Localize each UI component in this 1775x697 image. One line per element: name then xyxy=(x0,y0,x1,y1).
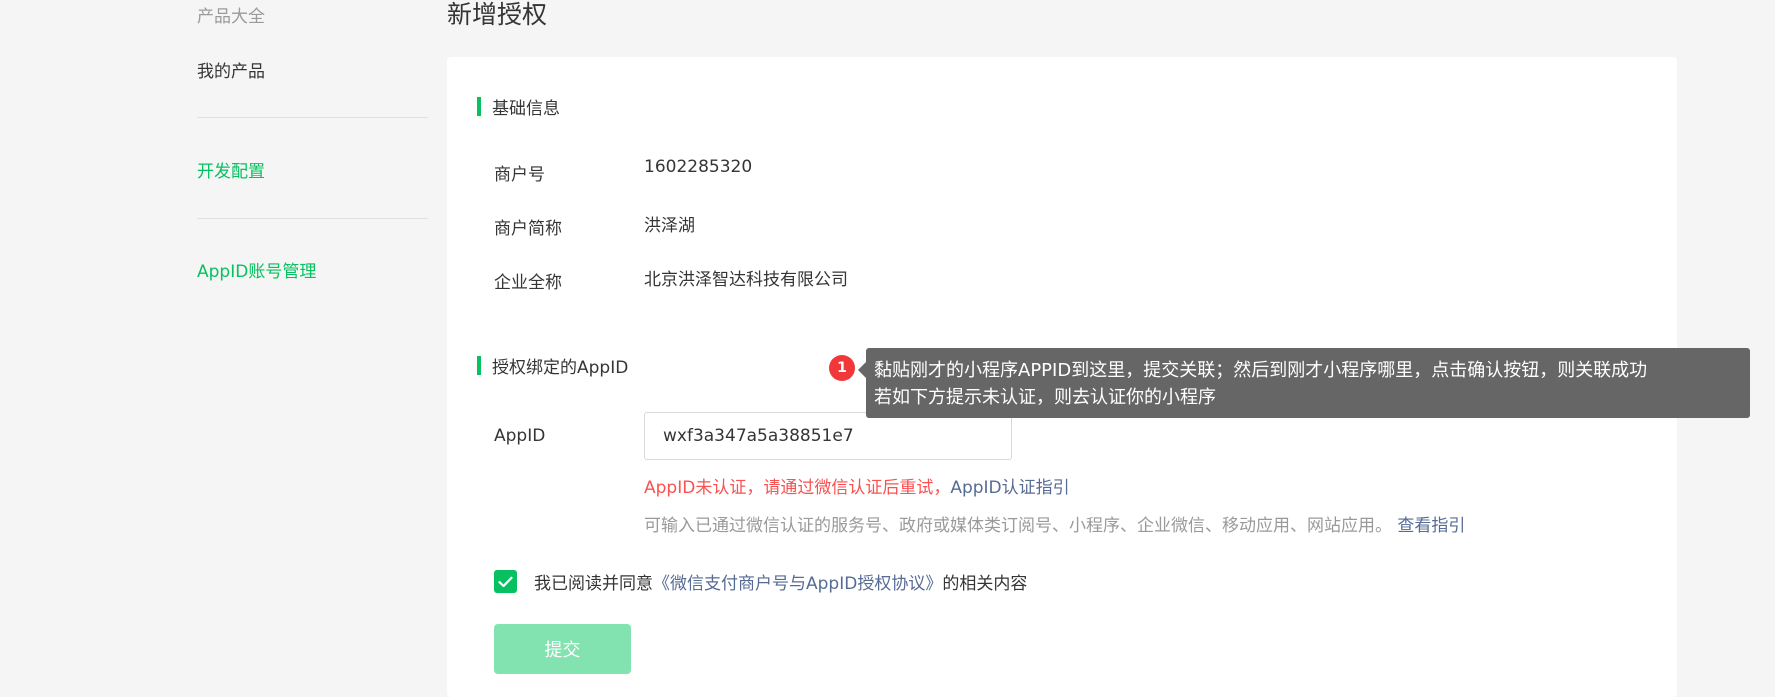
merchant-short-name-value: 洪泽湖 xyxy=(644,216,695,236)
company-full-name-value: 北京洪泽智达科技有限公司 xyxy=(644,270,848,290)
sidebar-item-product-catalog[interactable]: 产品大全 xyxy=(197,2,265,27)
annotation-badge: 1 xyxy=(829,355,855,381)
checkmark-icon xyxy=(498,576,513,587)
agreement-prefix: 我已阅读并同意 xyxy=(534,574,653,594)
agreement-suffix: 的相关内容 xyxy=(942,574,1028,594)
merchant-id-label: 商户号 xyxy=(494,165,545,185)
hint-text: 可输入已通过微信认证的服务号、政府或媒体类订阅号、小程序、企业微信、移动应用、网… xyxy=(644,516,1392,536)
agreement-checkbox[interactable] xyxy=(494,570,517,593)
merchant-short-name-label: 商户简称 xyxy=(494,219,562,239)
agreement-row: 我已阅读并同意 《微信支付商户号与AppID授权协议》 的相关内容 xyxy=(494,569,1027,594)
section-title-text: 授权绑定的AppID xyxy=(492,358,629,378)
sidebar: 产品大全 我的产品 开发配置 AppID账号管理 xyxy=(0,0,440,680)
company-full-name-label: 企业全称 xyxy=(494,273,562,293)
section-accent-bar xyxy=(477,97,481,116)
sidebar-item-appid-management[interactable]: AppID账号管理 xyxy=(197,257,316,282)
error-text: AppID未认证，请通过微信认证后重试， xyxy=(644,478,951,498)
page-title: 新增授权 xyxy=(447,0,548,29)
appid-error-message: AppID未认证，请通过微信认证后重试，AppID认证指引 xyxy=(644,473,1070,498)
sidebar-item-my-products[interactable]: 我的产品 xyxy=(197,57,265,82)
sidebar-divider xyxy=(197,117,428,118)
sidebar-divider xyxy=(197,218,428,219)
appid-label: AppID xyxy=(494,426,546,446)
section-accent-bar xyxy=(477,356,481,375)
annotation-tooltip: 黏贴刚才的小程序APPID到这里，提交关联；然后到刚才小程序哪里，点击确认按钮，… xyxy=(858,348,1750,418)
agreement-link[interactable]: 《微信支付商户号与AppID授权协议》 xyxy=(653,569,942,594)
annotation-line-1: 黏贴刚才的小程序APPID到这里，提交关联；然后到刚才小程序哪里，点击确认按钮，… xyxy=(874,360,1648,381)
appid-certification-guide-link[interactable]: AppID认证指引 xyxy=(950,478,1069,498)
annotation-line-2: 若如下方提示未认证，则去认证你的小程序 xyxy=(874,387,1216,408)
appid-hint: 可输入已通过微信认证的服务号、政府或媒体类订阅号、小程序、企业微信、移动应用、网… xyxy=(644,511,1465,536)
appid-section-title: 授权绑定的AppID xyxy=(477,353,628,378)
basic-info-section-title: 基础信息 xyxy=(477,94,560,119)
appid-input[interactable] xyxy=(644,412,1012,460)
merchant-id-value: 1602285320 xyxy=(644,157,753,177)
section-title-text: 基础信息 xyxy=(492,99,560,119)
submit-button[interactable]: 提交 xyxy=(494,624,631,674)
sidebar-item-dev-config[interactable]: 开发配置 xyxy=(197,157,265,182)
view-guide-link[interactable]: 查看指引 xyxy=(1397,516,1465,536)
